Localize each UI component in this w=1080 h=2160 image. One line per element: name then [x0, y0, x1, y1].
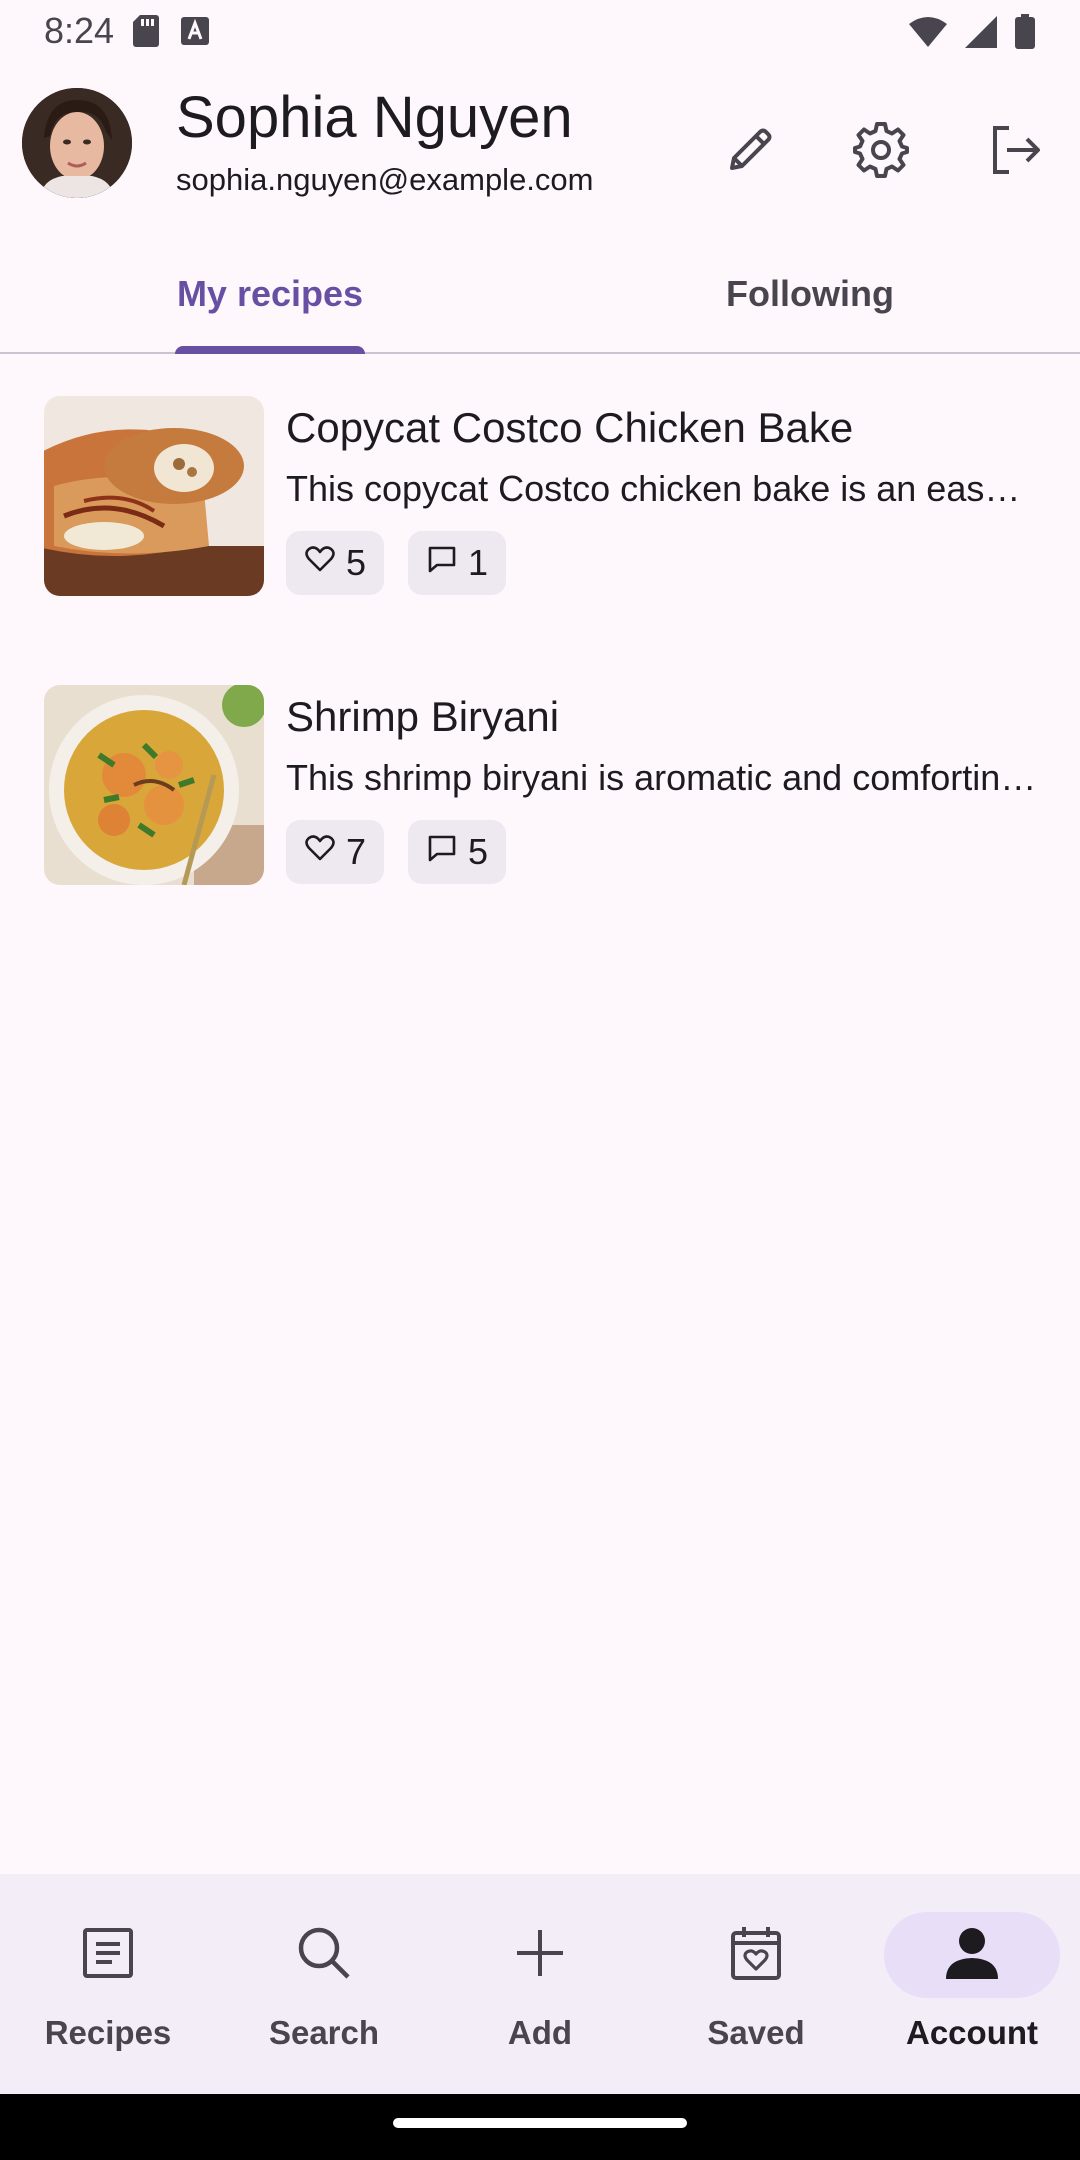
nav-label: Account: [906, 2014, 1038, 2051]
system-gesture-bar: [0, 2094, 1080, 2160]
gesture-handle[interactable]: [393, 2118, 687, 2128]
comments-chip[interactable]: 5: [408, 820, 507, 884]
nav-icon-container: [884, 1912, 1060, 1998]
nav-label: Add: [507, 2014, 573, 2051]
comment-icon: [426, 831, 458, 873]
tab-my-recipes[interactable]: My recipes: [0, 236, 540, 352]
edit-profile-button[interactable]: [710, 112, 790, 192]
nav-item-search[interactable]: Search: [216, 1874, 432, 2094]
bottom-navigation: Recipes Search Add Saved Account: [0, 1874, 1080, 2094]
tab-following[interactable]: Following: [540, 236, 1080, 352]
likes-count: 5: [346, 542, 367, 583]
nav-label: Recipes: [44, 2014, 172, 2051]
font-a-icon: [180, 16, 210, 51]
recipe-title: Copycat Costco Chicken Bake: [286, 404, 854, 451]
nav-label: Saved: [707, 2014, 805, 2051]
search-icon: [296, 1925, 352, 1986]
nav-item-saved[interactable]: Saved: [648, 1874, 864, 2094]
logout-icon: [987, 122, 1043, 183]
likes-chip[interactable]: 7: [286, 820, 385, 884]
user-email: sophia.nguyen@example.com: [176, 162, 594, 197]
recipe-title: Shrimp Biryani: [286, 693, 560, 740]
wifi-icon: [908, 16, 948, 53]
tab-bar: My recipes Following: [0, 236, 1080, 354]
add-icon: [514, 1927, 566, 1984]
status-icons-left: [132, 14, 210, 53]
likes-chip[interactable]: 5: [286, 531, 385, 595]
comment-icon: [426, 542, 458, 584]
comments-count: 1: [468, 542, 489, 583]
nav-item-recipes[interactable]: Recipes: [0, 1874, 216, 2094]
status-icons-right: [908, 14, 1036, 55]
nav-icon-container: [236, 1912, 412, 1998]
tab-label: My recipes: [176, 273, 364, 314]
tab-indicator: [175, 346, 365, 354]
nav-icon-container: [668, 1912, 844, 1998]
recipe-description: This shrimp biryani is aromatic and comf…: [286, 757, 1038, 798]
nav-icon-container: [20, 1912, 196, 1998]
comments-count: 5: [468, 831, 489, 872]
heart-icon: [304, 831, 336, 873]
nav-label: Search: [268, 2014, 380, 2051]
recipes-icon: [82, 1927, 134, 1984]
gear-icon: [851, 120, 911, 185]
status-bar: 8:24: [0, 0, 1080, 66]
pencil-icon: [722, 122, 778, 183]
recipe-thumbnail: [44, 396, 264, 596]
sd-card-icon: [132, 14, 160, 53]
nav-item-account[interactable]: Account: [864, 1874, 1080, 2094]
saved-icon: [730, 1925, 782, 1986]
nav-item-add[interactable]: Add: [432, 1874, 648, 2094]
status-time: 8:24: [44, 10, 115, 51]
signal-icon: [964, 15, 998, 54]
heart-icon: [304, 542, 336, 584]
battery-icon: [1014, 14, 1036, 55]
recipe-description: This copycat Costco chicken bake is an e…: [286, 468, 1038, 509]
tab-label: Following: [726, 273, 894, 314]
settings-button[interactable]: [841, 112, 921, 192]
likes-count: 7: [346, 831, 367, 872]
profile-header: Sophia Nguyen sophia.nguyen@example.com: [0, 82, 1080, 212]
logout-button[interactable]: [975, 112, 1055, 192]
avatar[interactable]: [22, 88, 132, 198]
user-name: Sophia Nguyen: [176, 85, 573, 150]
nav-icon-container: [452, 1912, 628, 1998]
recipe-list-item[interactable]: Copycat Costco Chicken Bake This copycat…: [44, 396, 1044, 596]
recipe-thumbnail: [44, 685, 264, 885]
comments-chip[interactable]: 1: [408, 531, 507, 595]
recipe-list-item[interactable]: Shrimp Biryani This shrimp biryani is ar…: [44, 685, 1044, 885]
account-icon: [944, 1927, 1000, 1984]
